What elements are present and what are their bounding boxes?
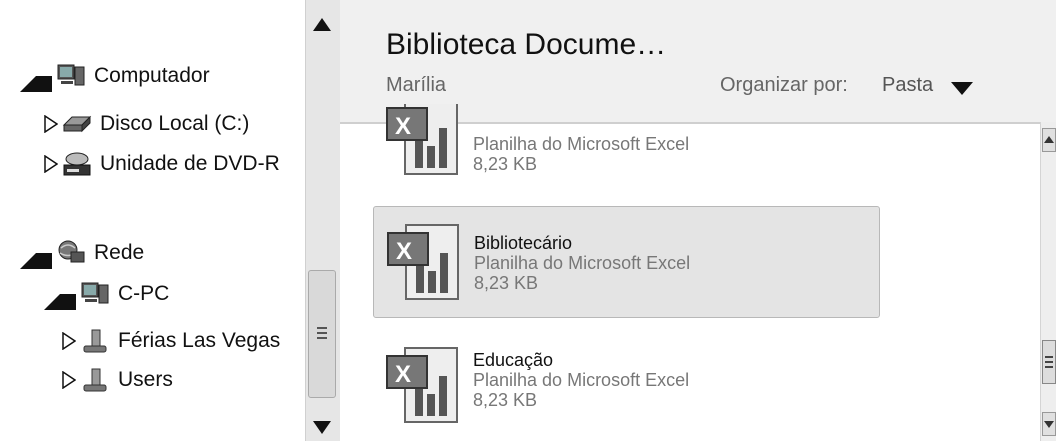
content-scrollbar-thumb[interactable] xyxy=(1042,340,1056,384)
svg-text:X: X xyxy=(396,238,412,265)
excel-file-icon: X xyxy=(386,347,458,423)
tree-item-label: Férias Las Vegas xyxy=(118,329,281,352)
svg-text:X: X xyxy=(395,113,411,140)
organize-label: Organizar por: xyxy=(720,74,848,96)
tree-item-label: Users xyxy=(118,368,173,391)
file-size: 8,23 KB xyxy=(474,273,539,293)
file-name: Educação xyxy=(473,350,554,370)
computer-icon xyxy=(57,64,85,86)
tree-item-label: Rede xyxy=(94,241,145,264)
tree-item-label: Disco Local (C:) xyxy=(100,112,250,135)
collapsed-triangle-icon[interactable] xyxy=(44,155,58,173)
collapsed-triangle-icon[interactable] xyxy=(62,371,76,389)
drive-icon xyxy=(62,115,92,133)
tree-item-computador[interactable]: Computador xyxy=(20,60,210,92)
collapsed-triangle-icon[interactable] xyxy=(62,332,76,350)
excel-file-icon: X xyxy=(387,224,459,300)
tree-item-label: C-PC xyxy=(118,282,170,305)
dvd-drive-icon xyxy=(63,152,91,176)
tree-item-disco-local[interactable]: Disco Local (C:) xyxy=(44,108,249,140)
scroll-up-arrow-icon[interactable] xyxy=(1042,128,1056,152)
expanded-triangle-icon[interactable] xyxy=(44,278,76,310)
svg-text:X: X xyxy=(395,361,411,388)
library-subtitle: Marília xyxy=(386,74,447,96)
tree-item-label: Computador xyxy=(94,64,210,87)
tree-item-label: Unidade de DVD-R xyxy=(100,152,280,175)
scroll-up-arrow-icon[interactable] xyxy=(311,16,333,34)
tree-item-c-pc[interactable]: C-PC xyxy=(44,278,169,310)
excel-file-icon: X xyxy=(386,104,458,175)
expanded-triangle-icon[interactable] xyxy=(20,237,52,269)
file-name: Bibliotecário xyxy=(474,233,573,253)
file-size: 8,23 KB xyxy=(473,154,538,174)
computer-icon xyxy=(81,282,109,304)
content-scrollbar[interactable] xyxy=(1040,122,1056,441)
file-item[interactable]: X Planilha do Microsoft Excel 8,23 KB xyxy=(373,104,878,190)
tree-scrollbar-thumb[interactable] xyxy=(308,270,336,398)
shared-folder-icon xyxy=(83,329,107,353)
file-size: 8,23 KB xyxy=(473,390,538,410)
tree-item-users[interactable]: Users xyxy=(62,364,173,396)
network-icon xyxy=(58,240,85,263)
file-item[interactable]: X Educação Planilha do Microsoft Excel 8… xyxy=(373,334,878,444)
tree-item-unidade-dvd[interactable]: Unidade de DVD-R xyxy=(44,148,280,180)
tree-item-ferias[interactable]: Férias Las Vegas xyxy=(62,325,280,357)
expanded-triangle-icon[interactable] xyxy=(20,60,52,92)
file-type: Planilha do Microsoft Excel xyxy=(474,253,691,273)
shared-folder-icon xyxy=(83,368,107,392)
navigation-tree: Computador Disco Local (C:) Unidade de D… xyxy=(0,0,305,441)
file-item-selected[interactable]: X Bibliotecário Planilha do Microsoft Ex… xyxy=(373,206,880,318)
file-type: Planilha do Microsoft Excel xyxy=(473,134,690,154)
organize-dropdown[interactable]: Pasta xyxy=(882,74,933,97)
library-title: Biblioteca Docume… xyxy=(386,28,667,61)
file-type: Planilha do Microsoft Excel xyxy=(473,370,690,390)
tree-item-rede[interactable]: Rede xyxy=(20,237,144,269)
collapsed-triangle-icon[interactable] xyxy=(44,115,58,133)
scroll-down-arrow-icon[interactable] xyxy=(311,418,333,436)
scroll-down-arrow-icon[interactable] xyxy=(1042,412,1056,436)
chevron-down-icon[interactable] xyxy=(951,82,973,95)
